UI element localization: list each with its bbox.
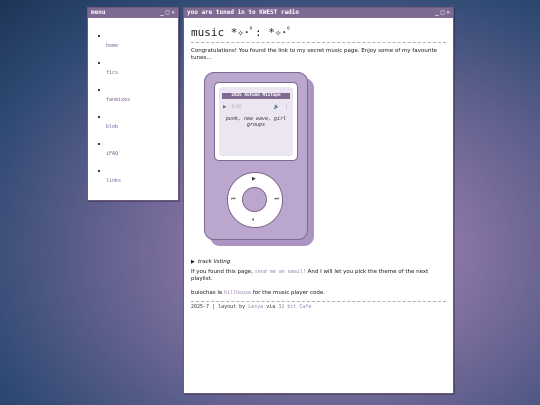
radio-window: you are tuned in to KWEST radio _ □ ✕ mu… (183, 7, 454, 394)
close-button[interactable]: ✕ (446, 8, 450, 18)
track-listing-toggle[interactable]: ▶ track listing (191, 259, 446, 265)
wheel-pause-icon[interactable]: ⏸ (252, 218, 255, 223)
menu-link-ifaq[interactable]: iFAQ (106, 151, 118, 157)
credit-text-before: buiochas le (191, 290, 225, 296)
author-link[interactable]: Lesya (248, 304, 263, 310)
audio-play-icon[interactable]: ▶ (223, 105, 226, 110)
menu-link-links[interactable]: links (106, 178, 121, 184)
click-wheel[interactable]: ▶ ⏮ ⏭ ⏸ (227, 172, 283, 228)
player-screen-frame: 2025 Autumn Mixtape ▶ 0:00 🔊 ⋮ punk, new… (214, 82, 298, 161)
wheel-center-button[interactable] (242, 187, 267, 212)
close-button[interactable]: ✕ (171, 8, 175, 18)
footer-year: 2025-7 (191, 304, 210, 310)
site-link[interactable]: 32 bit Cafe (278, 304, 311, 310)
menu-window-title: menu (91, 9, 106, 16)
ipod-body: 2025 Autumn Mixtape ▶ 0:00 🔊 ⋮ punk, new… (204, 72, 308, 240)
minimize-button[interactable]: _ (160, 8, 164, 18)
menu-item-links: links (98, 167, 178, 186)
menu-item-blob: blob (98, 113, 178, 132)
credit-paragraph: buiochas le hillhouse for the music play… (191, 290, 446, 297)
wheel-next-icon[interactable]: ⏭ (274, 197, 279, 202)
mixtape-title: 2025 Autumn Mixtape (222, 93, 290, 99)
page-title: music *✧･ﾟ: *✧･ﾟ (191, 24, 446, 43)
more-options-icon[interactable]: ⋮ (285, 105, 290, 110)
footer: 2025-7 | layout by Lesya via 32 bit Cafe (191, 301, 446, 310)
mixtape-genres: punk, new wave, girl groups (225, 116, 287, 128)
menu-item-ifaq: iFAQ (98, 140, 178, 159)
theme-paragraph: If you found this page, send me an email… (191, 269, 446, 283)
menu-window: menu _ □ ✕ home fics fanmixes blob iFAQ … (87, 7, 179, 201)
credit-text-after: for the music player code. (251, 290, 326, 296)
menu-link-fics[interactable]: fics (106, 70, 118, 76)
intro-text: Congratulations! You found the link to m… (191, 48, 438, 61)
wheel-play-icon[interactable]: ▶ (252, 177, 256, 182)
minimize-button[interactable]: _ (435, 8, 439, 18)
player-screen: 2025 Autumn Mixtape ▶ 0:00 🔊 ⋮ punk, new… (219, 87, 293, 156)
maximize-button[interactable]: □ (166, 8, 170, 18)
menu-item-home: home (98, 32, 178, 51)
track-listing-label: track listing (197, 259, 231, 265)
menu-link-blob[interactable]: blob (106, 124, 118, 130)
menu-link-home[interactable]: home (106, 43, 118, 49)
menu-item-fics: fics (98, 59, 178, 78)
wheel-previous-icon[interactable]: ⏮ (231, 197, 236, 202)
menu-titlebar[interactable]: menu _ □ ✕ (88, 8, 178, 18)
audio-time: 0:00 (231, 105, 242, 110)
disclosure-triangle-icon: ▶ (191, 259, 195, 265)
radio-content: music *✧･ﾟ: *✧･ﾟ Congratulations! You fo… (184, 18, 453, 310)
menu-item-fanmixes: fanmixes (98, 86, 178, 105)
menu-link-fanmixes[interactable]: fanmixes (106, 97, 130, 103)
maximize-button[interactable]: □ (441, 8, 445, 18)
hillhouse-link[interactable]: hillhouse (224, 290, 251, 296)
theme-text-before: If you found this page, (191, 269, 255, 275)
volume-icon[interactable]: 🔊 (274, 105, 280, 110)
footer-separator: | layout by (209, 304, 249, 310)
email-link[interactable]: send me an email! (255, 269, 306, 275)
footer-via: via (263, 304, 279, 310)
radio-window-title: you are tuned in to KWEST radio (187, 9, 299, 16)
audio-controls: ▶ 0:00 🔊 ⋮ (223, 105, 289, 110)
radio-titlebar[interactable]: you are tuned in to KWEST radio _ □ ✕ (184, 8, 453, 18)
music-player: 2025 Autumn Mixtape ▶ 0:00 🔊 ⋮ punk, new… (204, 72, 314, 247)
menu-list: home fics fanmixes blob iFAQ links (88, 32, 178, 186)
